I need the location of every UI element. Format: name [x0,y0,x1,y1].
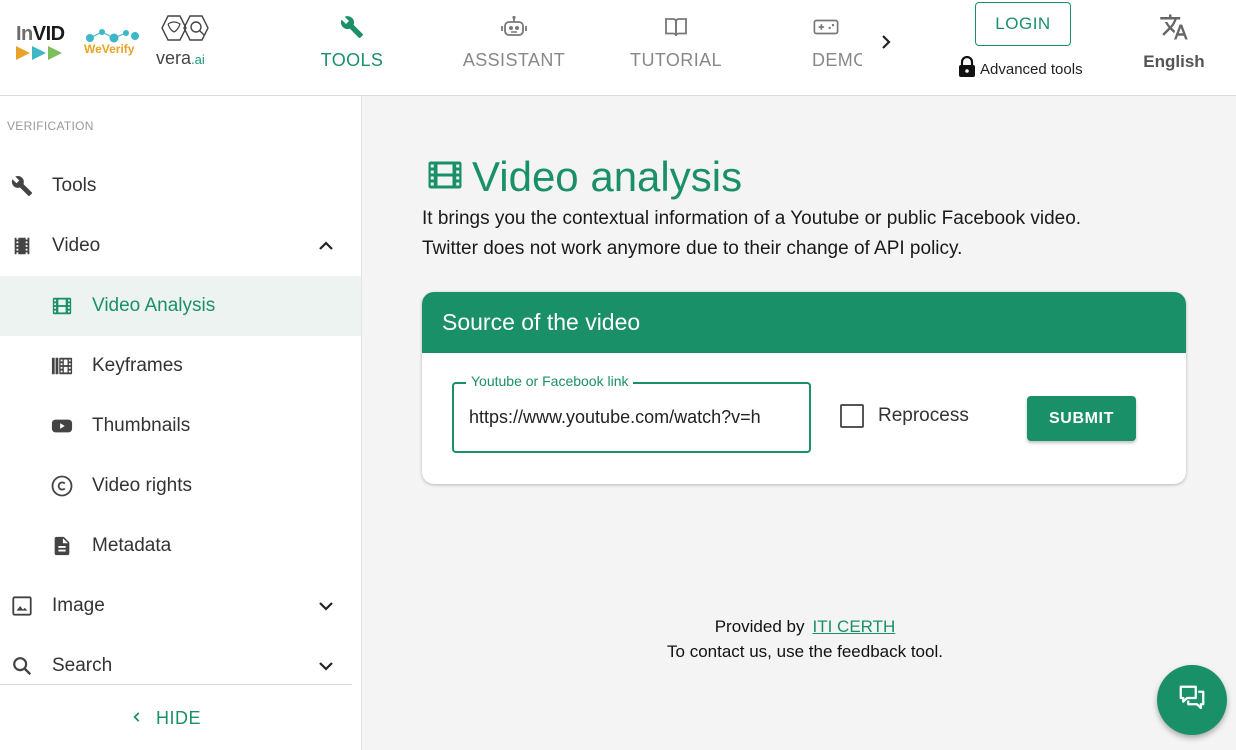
sidebar: VERIFICATION Tools Video Video Analysis … [0,96,362,750]
hide-sidebar-button[interactable]: HIDE [130,700,230,736]
invid-logo-text-vid: VID [32,23,65,45]
sidebar-item-label: Metadata [92,535,172,556]
sidebar-item-image[interactable]: Image [0,576,361,636]
book-icon [663,14,689,40]
chevron-down-icon [314,654,338,678]
sidebar-item-tools[interactable]: Tools [0,156,361,216]
footer-contact-text: To contact us, use the feedback tool. [667,642,943,661]
advanced-tools-link[interactable]: Advanced tools [958,55,1083,82]
url-field[interactable]: Youtube or Facebook link [452,373,811,453]
url-field-label: Youtube or Facebook link [466,373,634,389]
source-card: Source of the video Youtube or Facebook … [422,292,1186,484]
checkbox-icon [840,404,864,428]
hide-sidebar-label: HIDE [156,707,202,728]
weverify-logo-text: WeVerify [84,42,135,56]
sidebar-item-keyframes[interactable]: Keyframes [0,336,361,396]
footer-provided-line: Provided by ITI CERTH [600,614,1010,639]
tab-tools-label: TOOLS [320,50,384,70]
url-input[interactable] [469,404,793,430]
login-button[interactable]: LOGIN [975,2,1071,46]
chevron-right-icon[interactable] [874,30,898,54]
sidebar-divider [0,684,352,685]
tab-tools[interactable]: TOOLS [300,0,404,96]
sidebar-item-label: Search [52,655,113,676]
submit-button[interactable]: SUBMIT [1027,396,1136,441]
chevron-up-icon [314,234,338,258]
advanced-tools-label: Advanced tools [980,60,1083,78]
veraai-logo-word: vera [156,48,192,68]
tab-tutorial[interactable]: TUTORIAL [616,0,736,96]
wrench-icon [339,14,365,40]
sidebar-item-label: Video [52,235,101,256]
provider-link[interactable]: ITI CERTH [812,617,895,636]
language-selector[interactable]: English [1138,0,1210,96]
weverify-logo[interactable]: WeVerify [84,26,140,58]
movie-icon [50,294,74,318]
reprocess-checkbox[interactable]: Reprocess [840,404,969,428]
film-icon [10,234,34,258]
image-icon [10,594,34,618]
reprocess-label: Reprocess [878,405,969,426]
description-line: It brings you the contextual information… [422,208,1082,229]
sidebar-item-search[interactable]: Search [0,636,361,696]
veraai-logo-suffix: .ai [191,52,205,67]
tab-demo-label: DEMO [812,50,862,70]
sidebar-item-video[interactable]: Video [0,216,361,276]
footer: Provided by ITI CERTH To contact us, use … [600,614,1010,664]
translate-icon [1159,12,1189,42]
chat-icon [1177,683,1207,718]
top-app-bar: InVID WeVerify vera.ai TOOLS ASSISTANT T… [0,0,1236,96]
sidebar-item-thumbnails[interactable]: Thumbnails [0,396,361,456]
sidebar-item-label: Video Analysis [92,295,216,316]
invid-logo[interactable]: InVID [16,24,76,60]
sidebar-section-label: VERIFICATION [7,119,94,133]
sidebar-item-video-rights[interactable]: Video rights [0,456,361,516]
veraai-logo[interactable]: vera.ai [154,14,220,70]
tab-assistant[interactable]: ASSISTANT [452,0,576,96]
sidebar-item-label: Thumbnails [92,415,191,436]
tab-demo[interactable]: DEMO [790,0,862,96]
lock-icon [958,55,976,82]
source-card-header: Source of the video [422,292,1186,353]
movie-icon [426,157,464,198]
sidebar-item-label: Video rights [92,475,192,496]
chevron-down-icon [314,594,338,618]
copyright-icon [50,474,74,498]
robot-icon [501,14,527,40]
youtube-icon [50,414,74,438]
search-icon [10,654,34,678]
page-title: Video analysis [426,150,742,204]
language-label: English [1143,52,1205,71]
tab-assistant-label: ASSISTANT [462,50,566,70]
feedback-button[interactable] [1157,665,1227,735]
invid-logo-text-in: In [16,23,33,45]
sidebar-item-metadata[interactable]: Metadata [0,516,361,576]
sidebar-item-label: Image [52,595,105,616]
page-description: It brings you the contextual information… [422,204,1182,264]
tab-tutorial-label: TUTORIAL [630,50,722,70]
veraai-hexagon-icon [161,15,209,41]
sidebar-item-label: Keyframes [92,355,183,376]
footer-provided-text: Provided by [714,617,805,636]
invid-logo-triangles [16,46,76,60]
description-line: Twitter does not work anymore due to the… [422,238,963,259]
sidebar-item-video-analysis[interactable]: Video Analysis [0,276,361,336]
veraai-logo-text: vera.ai [156,48,205,69]
gamepad-icon [813,14,839,40]
wrench-icon [10,174,34,198]
sidebar-item-label: Tools [52,175,97,196]
chevron-left-icon [130,708,144,729]
filmstrip-icon [50,354,74,378]
page-title-text: Video analysis [472,153,743,200]
document-icon [50,534,74,558]
